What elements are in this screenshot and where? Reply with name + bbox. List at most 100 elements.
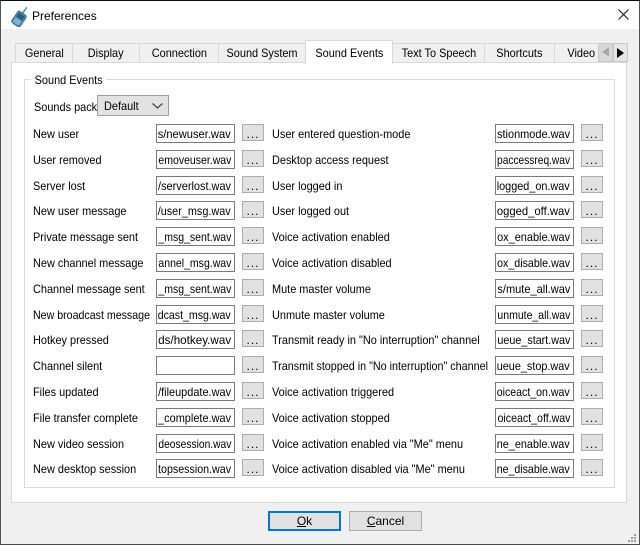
browse-button-label: ...: [585, 412, 598, 424]
event-path-input-right-0[interactable]: stionmode.wav: [495, 124, 574, 143]
browse-button-label: ...: [585, 154, 598, 166]
browse-button-right-9[interactable]: ...: [581, 356, 603, 373]
browse-button-left-13[interactable]: ...: [242, 459, 264, 476]
event-path-input-left-1[interactable]: emoveuser.wav: [156, 150, 235, 169]
event-path-input-right-10[interactable]: oiceact_on.wav: [495, 382, 574, 401]
browse-button-label: ...: [585, 283, 598, 295]
event-path-value: s/newuser.wav: [158, 127, 231, 141]
browse-button-label: ...: [246, 412, 259, 424]
browse-button-label: ...: [585, 180, 598, 192]
tab-shortcuts[interactable]: Shortcuts: [484, 43, 555, 63]
tab-sound-system[interactable]: Sound System: [218, 43, 306, 63]
event-path-input-left-13[interactable]: topsession.wav: [156, 459, 235, 478]
event-path-input-left-11[interactable]: _complete.wav: [156, 408, 235, 427]
event-path-input-left-5[interactable]: annel_msg.wav: [156, 253, 235, 272]
browse-button-label: ...: [585, 231, 598, 243]
event-path-input-right-2[interactable]: logged_on.wav: [495, 176, 574, 195]
sounds-pack-combobox[interactable]: Default: [97, 95, 169, 116]
event-path-input-left-2[interactable]: /serverlost.wav: [156, 176, 235, 195]
tab-text-to-speech[interactable]: Text To Speech: [392, 43, 485, 63]
event-path-input-right-11[interactable]: oiceact_off.wav: [495, 408, 574, 427]
browse-button-label: ...: [246, 386, 259, 398]
browse-button-label: ...: [246, 283, 259, 295]
tab-label: Text To Speech: [401, 46, 475, 60]
event-path-input-right-5[interactable]: ox_disable.wav: [495, 253, 574, 272]
event-path-input-left-6[interactable]: _msg_sent.wav: [156, 279, 235, 298]
event-path-input-right-1[interactable]: paccessreq.wav: [495, 150, 574, 169]
browse-button-right-1[interactable]: ...: [581, 150, 603, 167]
event-path-input-left-3[interactable]: /user_msg.wav: [156, 201, 235, 220]
event-path-input-right-3[interactable]: ogged_off.wav: [495, 201, 574, 220]
browse-button-right-0[interactable]: ...: [581, 124, 603, 141]
browse-button-label: ...: [585, 438, 598, 450]
browse-button-left-11[interactable]: ...: [242, 408, 264, 425]
browse-button-left-2[interactable]: ...: [242, 176, 264, 193]
arrow-right-icon: [617, 48, 624, 58]
browse-button-left-12[interactable]: ...: [242, 434, 264, 451]
browse-button-right-5[interactable]: ...: [581, 253, 603, 270]
browse-button-label: ...: [585, 334, 598, 346]
event-path-input-right-6[interactable]: s/mute_all.wav: [495, 279, 574, 298]
arrow-left-icon: [602, 47, 610, 58]
browse-button-left-8[interactable]: ...: [242, 330, 264, 347]
event-label-right-2: User logged in: [272, 179, 342, 193]
browse-button-label: ...: [585, 309, 598, 321]
tab-sound-events[interactable]: Sound Events: [305, 40, 393, 64]
event-path-input-left-9[interactable]: [156, 356, 235, 375]
browse-button-right-10[interactable]: ...: [581, 382, 603, 399]
browse-button-left-0[interactable]: ...: [242, 124, 264, 141]
event-path-value: oiceact_on.wav: [497, 385, 570, 399]
browse-button-right-8[interactable]: ...: [581, 330, 603, 347]
browse-button-label: ...: [246, 257, 259, 269]
browse-button-left-9[interactable]: ...: [242, 356, 264, 373]
event-path-input-left-12[interactable]: deosession.wav: [156, 434, 235, 453]
event-path-value: /fileupdate.wav: [158, 385, 231, 399]
browse-button-left-10[interactable]: ...: [242, 382, 264, 399]
event-path-input-right-12[interactable]: ne_enable.wav: [495, 434, 574, 453]
browse-button-right-2[interactable]: ...: [581, 176, 603, 193]
sounds-pack-value: Default: [104, 99, 139, 113]
groupbox-title: Sound Events: [31, 73, 106, 87]
event-path-input-left-4[interactable]: _msg_sent.wav: [156, 227, 235, 246]
event-path-value: _msg_sent.wav: [158, 230, 231, 244]
event-label-left-5: New channel message: [33, 256, 143, 270]
browse-button-left-6[interactable]: ...: [242, 279, 264, 296]
tab-scroll-right-button[interactable]: [613, 43, 628, 62]
browse-button-right-6[interactable]: ...: [581, 279, 603, 296]
browse-button-left-7[interactable]: ...: [242, 305, 264, 322]
tab-display[interactable]: Display: [72, 43, 140, 63]
browse-button-left-4[interactable]: ...: [242, 227, 264, 244]
browse-button-right-7[interactable]: ...: [581, 305, 603, 322]
event-path-value: deosession.wav: [158, 437, 231, 451]
event-path-input-right-7[interactable]: unmute_all.wav: [495, 305, 574, 324]
event-path-input-right-8[interactable]: ueue_start.wav: [495, 330, 574, 349]
browse-button-right-3[interactable]: ...: [581, 201, 603, 218]
browse-button-label: ...: [246, 309, 259, 321]
event-path-input-left-0[interactable]: s/newuser.wav: [156, 124, 235, 143]
tab-general[interactable]: General: [15, 43, 73, 63]
browse-button-left-5[interactable]: ...: [242, 253, 264, 270]
tab-scroll-left-button[interactable]: [598, 43, 613, 62]
event-label-left-12: New video session: [33, 437, 124, 451]
tab-connection[interactable]: Connection: [139, 43, 219, 63]
event-path-input-left-10[interactable]: /fileupdate.wav: [156, 382, 235, 401]
browse-button-right-13[interactable]: ...: [581, 459, 603, 476]
event-label-right-5: Voice activation disabled: [272, 256, 392, 270]
event-path-input-right-9[interactable]: ueue_stop.wav: [495, 356, 574, 375]
close-button[interactable]: [594, 1, 639, 29]
resize-grip[interactable]: [628, 534, 637, 543]
ok-button[interactable]: Ok: [268, 511, 341, 531]
cancel-button[interactable]: Cancel: [349, 511, 422, 531]
browse-button-left-3[interactable]: ...: [242, 201, 264, 218]
event-label-left-9: Channel silent: [33, 359, 102, 373]
event-path-input-right-4[interactable]: ox_enable.wav: [495, 227, 574, 246]
event-path-input-left-7[interactable]: dcast_msg.wav: [156, 305, 235, 324]
event-path-input-right-13[interactable]: ne_disable.wav: [495, 459, 574, 478]
browse-button-right-4[interactable]: ...: [581, 227, 603, 244]
tab-label: Display: [88, 46, 124, 60]
browse-button-right-11[interactable]: ...: [581, 408, 603, 425]
browse-button-right-12[interactable]: ...: [581, 434, 603, 451]
event-path-input-left-8[interactable]: ds/hotkey.wav: [156, 330, 235, 349]
tab-page: Sound Events Sounds pack Default New use…: [11, 62, 627, 503]
browse-button-left-1[interactable]: ...: [242, 150, 264, 167]
